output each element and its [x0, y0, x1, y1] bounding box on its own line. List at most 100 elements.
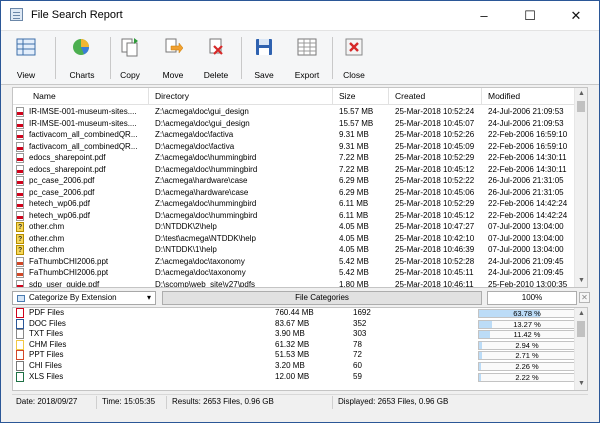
cell-modified: 22-Feb-2006 14:42:24: [488, 210, 568, 220]
category-size: 12.00 MB: [275, 371, 310, 381]
category-row[interactable]: CHI Files 3.20 MB 60 2.26 %: [13, 360, 587, 372]
cell-created: 25-Mar-2018 10:46:11: [395, 279, 474, 288]
table-row[interactable]: sdp_user_guide.pdf D:\scomp\web_site\v27\…: [13, 279, 576, 288]
categorize-select[interactable]: Categorize By Extension ▾: [12, 291, 156, 305]
minimize-button[interactable]: –: [461, 1, 507, 30]
scroll-up-icon[interactable]: ▲: [575, 88, 587, 100]
cell-modified: 24-Jul-2006 21:09:53: [488, 107, 564, 116]
export-label: Export: [294, 70, 320, 80]
table-row[interactable]: other.chm D:\test\acmega\NTDDK\help 4.05 M…: [13, 233, 576, 245]
category-row[interactable]: DOC Files 83.67 MB 352 13.27 %: [13, 318, 587, 330]
cell-directory: D:\acmega\doc\gui_design: [155, 118, 250, 128]
category-row[interactable]: TXT Files 3.90 MB 303 11.42 %: [13, 329, 587, 340]
scroll-down-icon[interactable]: ▼: [575, 275, 587, 287]
cell-created: 25-Mar-2018 10:52:26: [395, 130, 475, 139]
scroll-thumb[interactable]: [577, 321, 585, 337]
export-button[interactable]: Export: [284, 34, 330, 82]
category-row[interactable]: PDF Files 760.44 MB 1692 63.78 %: [13, 308, 587, 319]
pdf-file-icon: [16, 308, 24, 318]
view-button[interactable]: View: [3, 34, 49, 82]
column-header-modified[interactable]: Modified: [482, 88, 576, 105]
table-row[interactable]: hetech_wp06.pdf D:\acmega\doc\hummingbird…: [13, 210, 576, 222]
cell-name: edocs_sharepoint.pdf: [29, 153, 106, 162]
categories-list[interactable]: PDF Files 760.44 MB 1692 63.78 % DOC Files 83…: [12, 307, 588, 391]
category-name: CHM Files: [29, 339, 67, 349]
table-row[interactable]: FaThumbCHI2006.ppt Z:\acmega\doc\taxonomy…: [13, 256, 576, 268]
cell-created: 25-Mar-2018 10:45:12: [395, 210, 475, 220]
category-name: TXT Files: [29, 329, 64, 339]
window-title: File Search Report: [31, 9, 123, 21]
chi-file-icon: [16, 360, 24, 371]
cell-size: 9.31 MB: [339, 141, 369, 151]
column-header-name[interactable]: Name: [13, 88, 149, 105]
pdf-file-icon: [16, 141, 24, 152]
column-header-created[interactable]: Created: [389, 88, 482, 105]
category-row[interactable]: CHM Files 61.32 MB 78 2.94 %: [13, 339, 587, 351]
save-button[interactable]: Save: [241, 34, 287, 82]
category-percent: 2.71 %: [515, 351, 539, 361]
table-row[interactable]: factivacom_all_combinedQR... D:\acmega\do…: [13, 141, 576, 153]
window-close-button[interactable]: ✕: [553, 1, 599, 30]
cell-created: 25-Mar-2018 10:45:07: [395, 118, 475, 128]
close-report-icon: [345, 38, 363, 56]
column-header-directory[interactable]: Directory: [149, 88, 333, 105]
category-row[interactable]: XLS Files 12.00 MB 59 2.22 %: [13, 371, 587, 383]
cell-name: pc_case_2006.pdf: [29, 187, 95, 197]
cell-created: 25-Mar-2018 10:45:12: [395, 164, 475, 174]
cell-size: 9.31 MB: [339, 130, 369, 139]
status-separator: [96, 396, 97, 409]
scroll-down-icon[interactable]: ▼: [575, 378, 587, 390]
ppt-file-icon: [16, 256, 24, 267]
table-row[interactable]: edocs_sharepoint.pdf D:\acmega\doc\hummin…: [13, 164, 576, 176]
category-count: 352: [353, 318, 367, 328]
xls-file-icon: [16, 371, 24, 382]
chm-file-icon: [16, 233, 24, 245]
categories-scrollbar[interactable]: ▲ ▼: [574, 308, 587, 390]
table-row[interactable]: IR-IMSE-001-museum-sites.... Z:\acmega\do…: [13, 106, 576, 118]
table-row[interactable]: pc_case_2006.pdf D:\acmega\hardware\case 6…: [13, 187, 576, 199]
cell-size: 4.05 MB: [339, 233, 369, 243]
status-time: Time: 15:05:35: [102, 397, 156, 406]
pdf-file-icon: [16, 130, 24, 140]
scroll-up-icon[interactable]: ▲: [575, 308, 587, 320]
move-button[interactable]: Move: [150, 34, 196, 82]
category-count: 72: [353, 350, 362, 360]
close-button[interactable]: Close: [331, 34, 377, 82]
cell-modified: 22-Feb-2006 14:30:11: [488, 153, 567, 162]
copy-button[interactable]: Copy: [107, 34, 153, 82]
cell-modified: 22-Feb-2006 14:30:11: [488, 164, 567, 174]
pdf-file-icon: [16, 118, 24, 129]
charts-button[interactable]: Charts: [59, 34, 105, 82]
delete-button[interactable]: Delete: [193, 34, 239, 82]
table-row[interactable]: factivacom_all_combinedQR... Z:\acmega\do…: [13, 129, 576, 141]
table-row[interactable]: FaThumbCHI2006.ppt D:\acmega\doc\taxonomy…: [13, 267, 576, 279]
close-categories-icon[interactable]: ✕: [579, 292, 590, 303]
category-count: 1692: [353, 308, 371, 317]
results-table[interactable]: Name Directory Size Created Modified IR-…: [12, 87, 588, 288]
scroll-thumb[interactable]: [577, 101, 585, 112]
table-row[interactable]: hetech_wp06.pdf Z:\acmega\doc\hummingbird…: [13, 198, 576, 210]
grid-view-icon: [16, 38, 36, 56]
table-row[interactable]: other.chm D:\NTDDK\2\help 4.05 MB 25-Mar-20…: [13, 221, 576, 234]
pdf-file-icon: [16, 164, 24, 175]
table-row[interactable]: edocs_sharepoint.pdf Z:\acmega\doc\hummin…: [13, 152, 576, 164]
cell-directory: D:\scomp\web_site\v27\pdfs: [155, 279, 256, 288]
table-row[interactable]: other.chm D:\NTDDK\1\help 4.05 MB 25-Mar-20…: [13, 244, 576, 257]
category-count: 78: [353, 339, 362, 349]
cell-size: 7.22 MB: [339, 153, 369, 162]
column-header-size[interactable]: Size: [333, 88, 389, 105]
category-percent: 2.94 %: [515, 340, 539, 350]
cell-directory: Z:\acmega\doc\gui_design: [155, 107, 249, 116]
cell-directory: D:\acmega\doc\hummingbird: [155, 210, 258, 220]
cell-directory: Z:\acmega\doc\hummingbird: [155, 153, 257, 162]
ppt-file-icon: [16, 350, 24, 361]
cell-name: pc_case_2006.pdf: [29, 176, 95, 185]
maximize-button[interactable]: ☐: [507, 1, 553, 30]
cell-modified: 07-Jul-2000 13:04:00: [488, 233, 564, 243]
results-scrollbar[interactable]: ▲ ▼: [574, 88, 587, 287]
category-name: PDF Files: [29, 308, 65, 317]
table-row[interactable]: IR-IMSE-001-museum-sites.... D:\acmega\do…: [13, 118, 576, 130]
category-row[interactable]: PPT Files 51.53 MB 72 2.71 %: [13, 350, 587, 361]
table-row[interactable]: pc_case_2006.pdf Z:\acmega\hardware\case 6…: [13, 175, 576, 187]
file-categories-button[interactable]: File Categories: [162, 291, 482, 305]
